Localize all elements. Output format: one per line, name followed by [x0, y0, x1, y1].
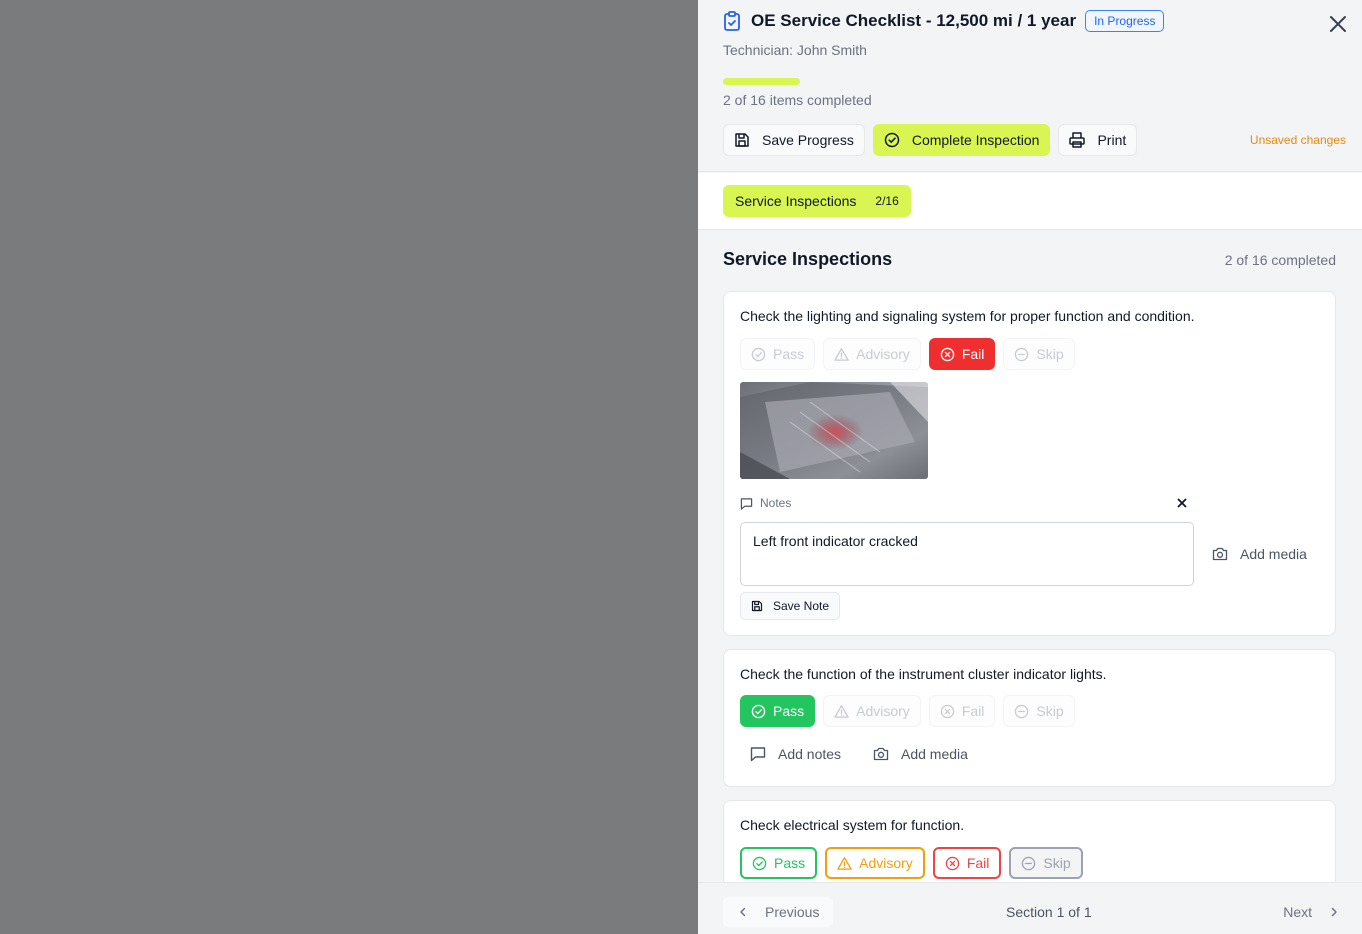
unsaved-changes-indicator: Unsaved changes — [1249, 133, 1346, 147]
fail-label: Fail — [961, 346, 985, 362]
previous-button[interactable]: Previous — [723, 897, 834, 927]
skip-option[interactable]: Skip — [1003, 338, 1075, 370]
add-media-label: Add media — [1240, 546, 1307, 562]
chevron-left-icon — [740, 907, 746, 917]
item-options: Pass Advisory Fail Skip — [740, 695, 1083, 727]
advisory-label: Advisory — [859, 855, 913, 871]
save-progress-label: Save Progress — [762, 132, 854, 148]
chevron-right-icon — [1331, 907, 1337, 917]
warning-icon — [834, 347, 849, 361]
section-title: Service Inspections — [723, 249, 893, 269]
fail-label: Fail — [961, 703, 985, 719]
x-circle-icon — [940, 347, 955, 361]
save-note-label: Save Note — [773, 599, 830, 613]
warning-icon — [837, 856, 852, 870]
printer-icon — [1069, 132, 1086, 148]
advisory-option[interactable]: Advisory — [825, 847, 925, 879]
close-notes-icon[interactable] — [1174, 495, 1190, 511]
close-icon[interactable] — [1326, 12, 1350, 36]
progress-bar — [723, 78, 800, 85]
fail-option[interactable]: Fail — [928, 338, 996, 370]
check-circle-icon — [884, 132, 900, 148]
skip-label: Skip — [1036, 703, 1064, 719]
print-label: Print — [1097, 132, 1127, 148]
check-circle-icon — [752, 856, 767, 870]
complete-inspection-label: Complete Inspection — [911, 132, 1040, 148]
fail-option[interactable]: Fail — [932, 847, 1002, 879]
page-title: OE Service Checklist - 12,500 mi / 1 yea… — [751, 11, 1077, 30]
pass-label: Pass — [773, 346, 805, 362]
advisory-label: Advisory — [856, 346, 910, 362]
advisory-option[interactable]: Advisory — [823, 695, 921, 727]
save-note-button[interactable]: Save Note — [740, 592, 841, 620]
save-icon — [751, 600, 763, 612]
section-indicator: Section 1 of 1 — [1006, 904, 1092, 920]
item-question: Check the lighting and signaling system … — [740, 308, 1195, 324]
warning-icon — [834, 704, 849, 718]
add-media-button[interactable]: Add media — [873, 746, 968, 762]
add-notes-button[interactable]: Add notes — [750, 746, 841, 762]
tab-label: Service Inspections — [735, 193, 857, 209]
minus-circle-icon — [1015, 704, 1029, 718]
technician-label: Technician: John Smith — [723, 42, 867, 58]
x-circle-icon — [940, 704, 955, 718]
pass-option[interactable]: Pass — [740, 847, 818, 879]
save-progress-button[interactable]: Save Progress — [723, 124, 865, 156]
skip-option[interactable]: Skip — [1009, 847, 1083, 879]
fail-option[interactable]: Fail — [928, 695, 996, 727]
skip-label: Skip — [1043, 855, 1071, 871]
pass-label: Pass — [773, 703, 805, 719]
title-row: OE Service Checklist - 12,500 mi / 1 yea… — [723, 10, 1165, 32]
notes-textarea[interactable]: Left front indicator cracked — [740, 522, 1194, 586]
inspection-item: Check the function of the instrument clu… — [723, 649, 1336, 787]
inspection-item: Check the lighting and signaling system … — [723, 291, 1336, 636]
checklist-drawer: OE Service Checklist - 12,500 mi / 1 yea… — [698, 0, 1362, 934]
camera-icon — [873, 747, 889, 761]
tab-count: 2/16 — [875, 194, 899, 208]
next-button[interactable]: Next — [1269, 897, 1346, 927]
pass-option[interactable]: Pass — [740, 338, 816, 370]
print-button[interactable]: Print — [1058, 124, 1138, 156]
fail-label: Fail — [966, 855, 990, 871]
header-actions: Save Progress Complete Inspection Print — [723, 124, 1145, 156]
skip-option[interactable]: Skip — [1003, 695, 1075, 727]
drawer-footer: Previous Section 1 of 1 Next — [698, 882, 1362, 934]
pass-label: Pass — [774, 855, 806, 871]
status-badge: In Progress — [1085, 10, 1165, 32]
notes-header: Notes — [740, 496, 791, 510]
advisory-label: Advisory — [856, 703, 910, 719]
x-circle-icon — [945, 856, 960, 870]
drawer-header: OE Service Checklist - 12,500 mi / 1 yea… — [698, 0, 1362, 172]
message-square-icon — [740, 497, 753, 510]
section-tabs: Service Inspections 2/16 — [698, 173, 1362, 230]
item-options: Pass Advisory Fail Skip — [740, 847, 1091, 879]
item-options: Pass Advisory Fail Skip — [740, 338, 1083, 370]
check-circle-icon — [751, 704, 766, 718]
clipboard-check-icon — [724, 11, 740, 31]
advisory-option[interactable]: Advisory — [823, 338, 921, 370]
modal-backdrop[interactable] — [0, 0, 698, 934]
item-question: Check electrical system for function. — [740, 817, 965, 833]
check-circle-icon — [751, 347, 766, 361]
pass-option[interactable]: Pass — [740, 695, 816, 727]
next-label: Next — [1283, 904, 1312, 920]
skip-label: Skip — [1036, 346, 1064, 362]
tab-service-inspections[interactable]: Service Inspections 2/16 — [723, 185, 911, 217]
add-notes-label: Add notes — [778, 746, 842, 762]
minus-circle-icon — [1015, 347, 1029, 361]
section-count: 2 of 16 completed — [1224, 252, 1336, 268]
add-media-button[interactable]: Add media — [1212, 546, 1307, 562]
save-icon — [735, 133, 749, 147]
previous-label: Previous — [765, 904, 820, 920]
progress-text: 2 of 16 items completed — [723, 92, 872, 108]
complete-inspection-button[interactable]: Complete Inspection — [872, 124, 1051, 156]
item-question: Check the function of the instrument clu… — [740, 666, 1107, 682]
camera-icon — [1212, 547, 1228, 561]
add-media-label: Add media — [901, 746, 968, 762]
minus-circle-icon — [1022, 856, 1036, 870]
message-square-icon — [750, 747, 766, 762]
media-thumbnail[interactable] — [740, 382, 928, 479]
notes-label: Notes — [760, 496, 792, 510]
